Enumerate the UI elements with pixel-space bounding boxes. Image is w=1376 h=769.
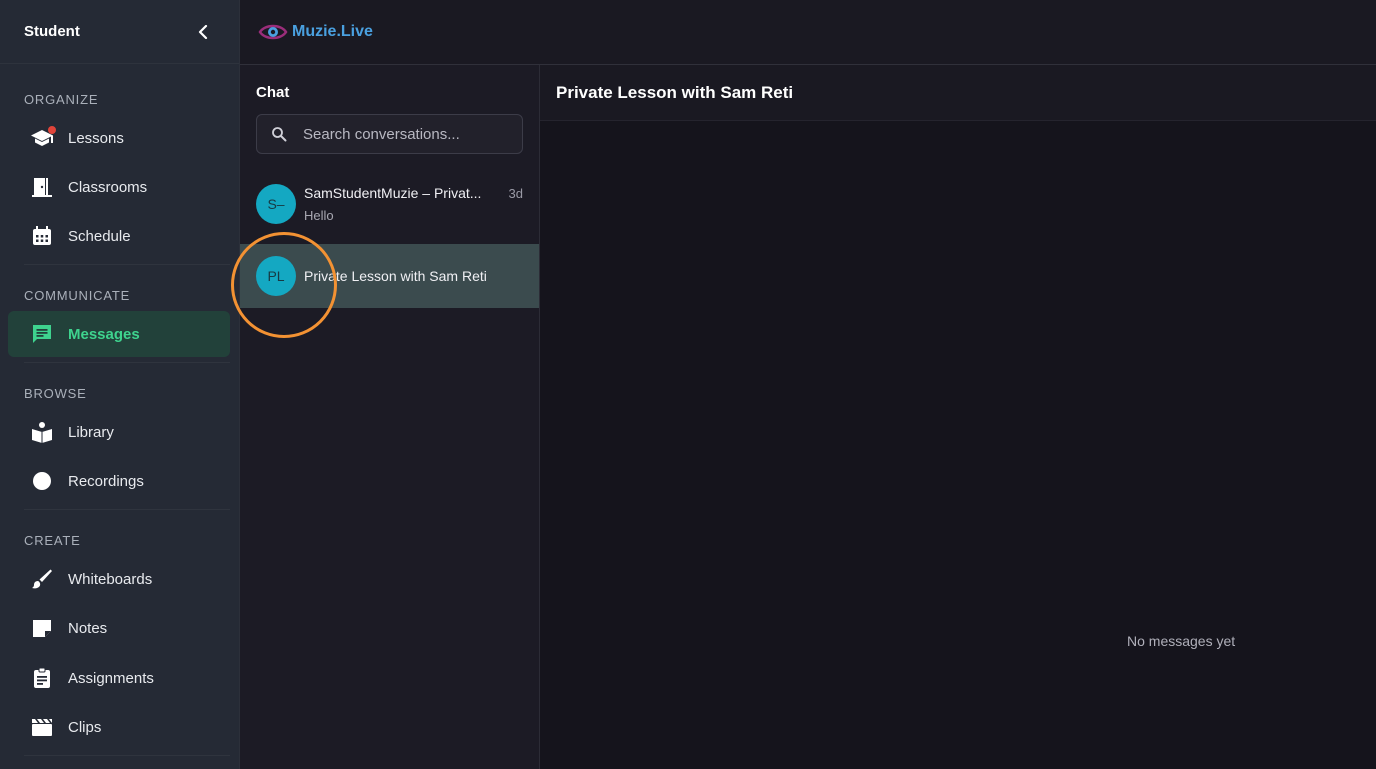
- top-bar: Muzie.Live: [240, 0, 1376, 65]
- sidebar-item-label: Library: [68, 423, 114, 441]
- sidebar-item-label: Lessons: [68, 129, 124, 147]
- chevron-left-icon: [198, 24, 208, 39]
- section-label-create: CREATE: [24, 533, 81, 548]
- sidebar-item-label: Recordings: [68, 472, 144, 490]
- conversation-preview: Hello: [304, 208, 334, 223]
- clapperboard-icon: [30, 715, 54, 739]
- conversation-item-selected[interactable]: PL Private Lesson with Sam Reti: [240, 244, 539, 308]
- search-icon: [272, 127, 287, 142]
- section-label-communicate: COMMUNICATE: [24, 288, 131, 303]
- chat-bubble-icon: [30, 322, 54, 346]
- door-icon: [30, 175, 54, 199]
- avatar: PL: [256, 256, 296, 296]
- collapse-sidebar-button[interactable]: [195, 24, 211, 40]
- conversation-pane: Private Lesson with Sam Reti No messages…: [540, 65, 1376, 769]
- brush-icon: [30, 567, 54, 591]
- sidebar-item-messages[interactable]: Messages: [8, 311, 230, 357]
- search-input[interactable]: [303, 125, 513, 143]
- graduation-cap-icon: [30, 126, 56, 150]
- chat-list-panel: Chat S– SamStudentMuzie – Privat... 3d H…: [231, 65, 540, 769]
- app-logo[interactable]: Muzie.Live: [258, 22, 373, 42]
- sidebar-item-label: Schedule: [68, 227, 131, 245]
- sidebar-item-schedule[interactable]: Schedule: [8, 213, 230, 259]
- logo-text: Muzie.Live: [292, 23, 373, 40]
- sidebar-item-assignments[interactable]: Assignments: [8, 655, 230, 701]
- conversation-title: Private Lesson with Sam Reti: [556, 82, 794, 102]
- sidebar-title: Student: [24, 23, 80, 40]
- divider: [24, 509, 230, 510]
- eye-logo-icon: [258, 24, 288, 40]
- divider: [24, 362, 230, 363]
- sidebar-item-lessons[interactable]: Lessons: [8, 115, 230, 161]
- sidebar-item-label: Classrooms: [68, 178, 148, 196]
- empty-state-text: No messages yet: [1127, 633, 1236, 649]
- conversation-row: Private Lesson with Sam Reti: [304, 268, 523, 284]
- sidebar-item-library[interactable]: Library: [8, 409, 230, 455]
- sidebar-item-label: Messages: [68, 325, 140, 343]
- sidebar: Student ORGANIZE Lessons Classrooms Sche…: [0, 0, 240, 769]
- conversation-name: SamStudentMuzie – Privat...: [304, 185, 482, 201]
- divider: [24, 264, 230, 265]
- sidebar-item-recordings[interactable]: Recordings: [8, 458, 230, 504]
- conversation-header: Private Lesson with Sam Reti: [540, 65, 1376, 121]
- sidebar-item-classrooms[interactable]: Classrooms: [8, 164, 230, 210]
- section-label-organize: ORGANIZE: [24, 92, 99, 107]
- sidebar-item-label: Clips: [68, 718, 102, 736]
- divider: [24, 755, 230, 756]
- calendar-icon: [30, 224, 54, 248]
- sidebar-item-label: Assignments: [68, 669, 154, 687]
- chat-title: Chat: [256, 84, 290, 101]
- conversation-body: Private Lesson with Sam Reti: [304, 268, 523, 284]
- sidebar-item-label: Whiteboards: [68, 570, 153, 588]
- conversation-row: SamStudentMuzie – Privat... 3d: [304, 185, 523, 201]
- sticky-note-icon: [30, 616, 54, 640]
- section-label-browse: BROWSE: [24, 386, 87, 401]
- book-reader-icon: [30, 420, 54, 444]
- conversation-time: 3d: [508, 185, 523, 201]
- sidebar-item-whiteboards[interactable]: Whiteboards: [8, 556, 230, 602]
- sidebar-item-label: Notes: [68, 619, 108, 637]
- sidebar-header: Student: [0, 0, 239, 64]
- conversation-item[interactable]: S– SamStudentMuzie – Privat... 3d Hello: [240, 172, 539, 236]
- conversation-name: Private Lesson with Sam Reti: [304, 268, 487, 284]
- conversation-body: SamStudentMuzie – Privat... 3d Hello: [304, 185, 523, 223]
- sidebar-item-clips[interactable]: Clips: [8, 704, 230, 750]
- notification-dot: [48, 126, 56, 134]
- clipboard-icon: [30, 666, 54, 690]
- record-circle-icon: [30, 469, 54, 493]
- sidebar-item-notes[interactable]: Notes: [8, 605, 230, 651]
- avatar: S–: [256, 184, 296, 224]
- search-box[interactable]: [256, 114, 523, 154]
